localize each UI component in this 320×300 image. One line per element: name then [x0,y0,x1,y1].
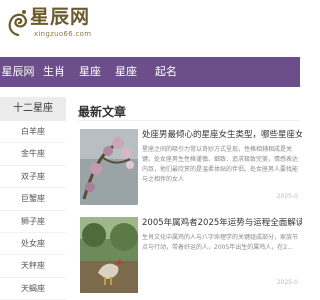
sidebar-item-scorpio[interactable]: 天蝎座 [0,278,66,300]
main-content: 最新文章 处座男最倾心的星座女生类型，哪些星座女易获处座男青睐 星座之间的吸引力… [78,97,302,300]
sidebar-item-cancer[interactable]: 巨蟹座 [0,188,66,211]
logo-swirl-icon[interactable] [6,8,30,38]
site-logo-domain: xingzuo66.com [34,30,92,38]
article-excerpt: 星座之间的吸引力常以奇妙方式呈现，性格相辅相成是关键。处女座男生性格谨慎、细致、… [142,146,298,183]
article-date: 2025-0 [276,279,298,286]
sidebar-item-gemini[interactable]: 双子座 [0,166,66,189]
site-logo-title[interactable]: 星辰网 [30,6,90,28]
article-thumbnail[interactable] [80,129,138,205]
article-thumbnail[interactable] [80,217,138,293]
sidebar-item-libra[interactable]: 天秤座 [0,255,66,278]
nav-item-home[interactable]: 星辰网 [0,57,36,87]
site-header: 星辰网 xingzuo66.com [0,0,300,52]
article-card[interactable]: 2005年属鸡者2025年运势与运程全面解读 生肖文化中属鸡的人与八字命理学的关… [78,215,302,300]
sidebar-heading: 十二星座 [0,97,66,121]
article-date: 2025-0 [276,193,298,200]
nav-item-qiming[interactable]: 起名 [144,57,188,87]
section-divider [78,120,300,121]
main-nav: 星辰网 生肖 星座 星座 起名 [0,57,300,87]
sidebar-item-taurus[interactable]: 金牛座 [0,143,66,166]
section-title: 最新文章 [78,105,127,119]
sidebar-item-leo[interactable]: 狮子座 [0,211,66,233]
sidebar: 十二星座 白羊座 金牛座 双子座 巨蟹座 狮子座 处女座 天秤座 天蝎座 [0,97,68,300]
article-title[interactable]: 处座男最倾心的星座女生类型，哪些星座女易获处座男青睐 [142,129,302,141]
sidebar-item-virgo[interactable]: 处女座 [0,233,66,256]
article-card[interactable]: 处座男最倾心的星座女生类型，哪些星座女易获处座男青睐 星座之间的吸引力常以奇妙方… [78,127,302,213]
sidebar-item-aries[interactable]: 白羊座 [0,121,66,144]
nav-item-xingzuo[interactable]: 星座 [72,57,108,87]
article-title[interactable]: 2005年属鸡者2025年运势与运程全面解读 [142,217,302,229]
nav-item-xingzuo-2[interactable]: 星座 [108,57,144,87]
sidebar-list: 白羊座 金牛座 双子座 巨蟹座 狮子座 处女座 天秤座 天蝎座 [0,121,66,300]
article-excerpt: 生肖文化中属鸡的人与八字命理学的关键组成部分，家族节点与行动，带着好运的人，20… [142,234,298,251]
nav-item-shengxiao[interactable]: 生肖 [36,57,72,87]
